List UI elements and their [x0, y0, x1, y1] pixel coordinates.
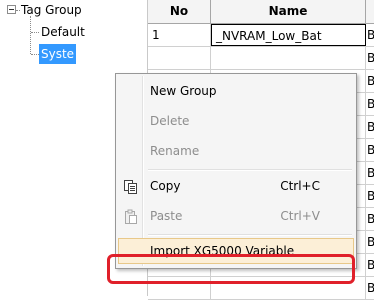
menu-item-shortcut: Ctrl+V	[280, 209, 320, 223]
annotation-highlight-ring	[107, 254, 355, 284]
cell-stub: B	[367, 74, 374, 88]
menu-separator	[148, 169, 352, 171]
collapse-icon[interactable]	[7, 5, 16, 14]
menu-item-label: Rename	[150, 144, 200, 158]
menu-item-new-group[interactable]: New Group	[118, 78, 354, 104]
tree-connector	[16, 10, 20, 11]
table-row[interactable]: B	[148, 47, 374, 70]
cell-stub: B	[367, 97, 374, 111]
cell-stub: B	[367, 28, 374, 42]
tree-connector	[30, 16, 31, 54]
cell-stub: B	[367, 51, 374, 65]
cell-stub: B	[367, 258, 374, 272]
menu-item-paste[interactable]: Paste Ctrl+V	[118, 203, 354, 229]
copy-icon	[123, 178, 139, 194]
cell-name[interactable]: _NVRAM_Low_Bat	[211, 24, 366, 46]
cell-stub: B	[367, 235, 374, 249]
menu-item-label: New Group	[150, 84, 217, 98]
cell-no[interactable]	[148, 47, 211, 69]
column-header-no[interactable]: No	[148, 0, 211, 23]
menu-separator	[148, 234, 352, 236]
cell-name[interactable]	[211, 47, 366, 69]
context-menu: New Group Delete Rename Copy Ctrl+C Past…	[115, 73, 357, 269]
menu-item-label: Paste	[150, 209, 183, 223]
menu-item-label: Copy	[150, 179, 181, 193]
tree-item-label: Default	[41, 25, 85, 39]
column-header-name[interactable]: Name	[211, 0, 366, 23]
menu-item-delete[interactable]: Delete	[118, 108, 354, 134]
cell-stub: B	[367, 166, 374, 180]
cell-no[interactable]: 1	[148, 24, 211, 46]
menu-item-shortcut: Ctrl+C	[280, 179, 320, 193]
tree-item-label: Syste	[39, 44, 77, 64]
table-row[interactable]: 1 _NVRAM_Low_Bat B	[148, 24, 374, 47]
cell-stub: B	[367, 120, 374, 134]
cell-stub: B	[367, 143, 374, 157]
grid-header: No Name	[148, 0, 374, 24]
menu-item-rename[interactable]: Rename	[118, 138, 354, 164]
cell-stub: B	[367, 212, 374, 226]
cell-stub: B	[367, 189, 374, 203]
tree-connector	[31, 32, 39, 33]
paste-icon	[123, 208, 139, 224]
menu-item-label: Delete	[150, 114, 190, 128]
tree-connector	[31, 54, 39, 55]
menu-item-copy[interactable]: Copy Ctrl+C	[118, 173, 354, 199]
